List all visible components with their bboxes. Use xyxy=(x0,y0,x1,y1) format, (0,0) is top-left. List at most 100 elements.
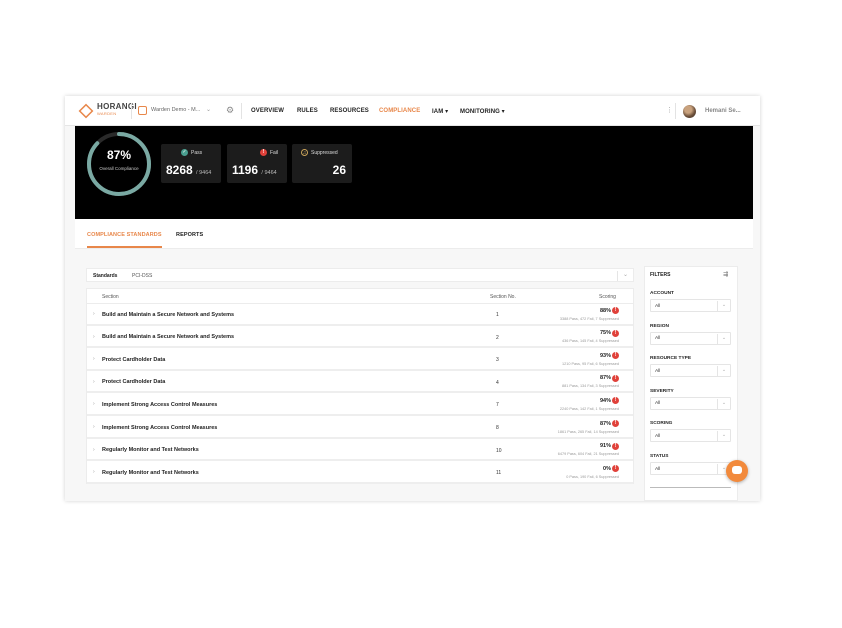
alert-icon: ! xyxy=(612,374,619,382)
chevron-right-icon[interactable]: › xyxy=(93,424,95,430)
pass-label: Pass xyxy=(191,150,203,156)
chevron-right-icon[interactable]: › xyxy=(93,469,95,475)
nav-divider xyxy=(241,103,242,119)
workspace-icon xyxy=(138,106,147,115)
section-name: Protect Cardholder Data xyxy=(102,356,166,363)
alert-icon: ! xyxy=(612,465,619,473)
section-score-detail: 3388 Pass, 472 Fail, 7 Suppressed xyxy=(559,316,619,321)
table-row[interactable]: › Build and Maintain a Secure Network and… xyxy=(87,327,633,349)
more-options-icon[interactable]: ⋮ xyxy=(666,106,673,114)
column-header-section-no: Section No. xyxy=(490,294,516,300)
gear-icon[interactable]: ⚙ xyxy=(226,105,234,115)
nav-rules[interactable]: RULES xyxy=(297,108,318,114)
chevron-right-icon[interactable]: › xyxy=(93,356,95,362)
fail-count: 1196 / 9464 xyxy=(232,163,277,177)
compliance-tabs: COMPLIANCE STANDARDS REPORTS xyxy=(75,219,753,249)
chat-button[interactable] xyxy=(726,460,748,482)
compliance-ring-arc xyxy=(87,132,151,196)
chevron-down-icon[interactable]: ⌄ xyxy=(206,106,211,113)
chevron-down-icon[interactable]: ⌄ xyxy=(717,333,730,344)
alert-icon: ! xyxy=(612,397,619,405)
section-score: 87% xyxy=(599,420,611,427)
section-name: Build and Maintain a Secure Network and … xyxy=(102,334,235,341)
filter-settings-icon[interactable]: ⇶ xyxy=(723,271,728,278)
chevron-right-icon[interactable]: › xyxy=(93,334,95,340)
column-header-scoring: Scoring xyxy=(599,294,616,300)
suppressed-count: 26 xyxy=(332,163,346,177)
nav-overview[interactable]: OVERVIEW xyxy=(251,108,284,114)
nav-monitoring[interactable]: MONITORING ▾ xyxy=(460,108,505,115)
alert-icon: ! xyxy=(612,442,619,450)
section-number: 2 xyxy=(496,334,499,341)
table-row[interactable]: › Protect Cardholder Data 3 93%! 1210 Pass, … xyxy=(87,349,633,371)
filter-select[interactable]: All ⌄ xyxy=(650,364,731,378)
chevron-down-icon[interactable]: ⌄ xyxy=(717,398,730,409)
filters-bottom-edge xyxy=(650,487,731,490)
section-number: 11 xyxy=(496,470,502,477)
pass-card: ✓ Pass 8268 / 9464 xyxy=(161,144,221,183)
column-header-section: Section xyxy=(102,294,119,300)
filter-label: STATUS xyxy=(650,454,669,459)
standards-value[interactable]: PCI-DSS xyxy=(132,273,152,279)
section-number: 10 xyxy=(496,447,502,454)
section-score: 75% xyxy=(599,330,611,337)
nav-compliance[interactable]: COMPLIANCE xyxy=(379,108,420,114)
section-score: 91% xyxy=(599,443,611,450)
section-score: 93% xyxy=(599,352,611,359)
bell-off-icon: ♫ xyxy=(301,149,308,156)
chevron-down-icon[interactable]: ⌄ xyxy=(717,301,730,311)
section-score: 88% xyxy=(599,307,611,314)
chevron-down-icon[interactable]: ⌄ xyxy=(717,431,730,442)
section-number: 3 xyxy=(496,357,499,364)
chevron-right-icon[interactable]: › xyxy=(93,379,95,385)
table-row[interactable]: › Implement Strong Access Control Measure… xyxy=(87,394,633,416)
table-row[interactable]: › Protect Cardholder Data 4 87%! 881 Pass, 1… xyxy=(87,372,633,394)
filter-label: RESOURCE TYPE xyxy=(650,356,692,362)
filter-select[interactable]: All ⌄ xyxy=(650,429,731,443)
tab-compliance-standards[interactable]: COMPLIANCE STANDARDS xyxy=(87,232,162,238)
alert-icon: ! xyxy=(612,352,619,360)
chevron-down-icon[interactable]: ⌄ xyxy=(717,366,730,377)
filter-value: All xyxy=(655,368,661,374)
section-number: 1 xyxy=(496,312,499,318)
filter-label: ACCOUNT xyxy=(650,291,674,296)
table-row[interactable]: › Regularly Monitor and Test Networks 10 91… xyxy=(87,440,633,462)
filter-value: All xyxy=(655,336,661,342)
filter-select[interactable]: All ⌄ xyxy=(650,396,731,410)
horangi-logo-icon xyxy=(78,103,94,119)
chevron-right-icon[interactable]: › xyxy=(93,447,95,453)
filter-value: All xyxy=(655,303,661,309)
suppressed-card: ♫ Suppressed 26 xyxy=(292,144,352,183)
top-nav: HORANGI WARDEN Warden Demo - M... ⌄ ⚙ OV… xyxy=(65,96,760,126)
nav-resources[interactable]: RESOURCES xyxy=(330,108,369,114)
avatar[interactable] xyxy=(683,105,696,118)
nav-divider xyxy=(675,103,676,119)
standards-selector[interactable]: Standards PCI-DSS ⌄ xyxy=(86,268,634,282)
filter-value: All xyxy=(655,433,661,439)
filters-panel: FILTERS ⇶ ACCOUNT All ⌄ REGION All ⌄ RESOURCE … xyxy=(644,266,738,501)
section-score-detail: 6479 Pass, 604 Fail, 21 Suppressed xyxy=(557,452,619,457)
table-row[interactable]: › Build and Maintain a Secure Network and… xyxy=(87,304,633,326)
section-score-detail: 1210 Pass, 95 Fail, 6 Suppressed xyxy=(562,361,619,366)
filter-value: All xyxy=(655,466,661,472)
pass-count: 8268 / 9464 xyxy=(166,163,212,177)
table-row[interactable]: › Implement Strong Access Control Measure… xyxy=(87,417,633,439)
tab-reports[interactable]: REPORTS xyxy=(176,232,203,238)
nav-iam[interactable]: IAM ▾ xyxy=(432,108,448,115)
section-name: Regularly Monitor and Test Networks xyxy=(102,447,199,454)
workspace-selector[interactable]: Warden Demo - M... xyxy=(151,107,200,113)
section-score-detail: 2240 Pass, 142 Fail, 1 Suppressed xyxy=(559,406,619,411)
section-score-detail: 881 Pass, 134 Fail, 3 Suppressed xyxy=(562,384,619,389)
table-row[interactable]: › Regularly Monitor and Test Networks 11 0%… xyxy=(87,462,633,484)
filter-select[interactable]: All ⌄ xyxy=(650,331,731,345)
filter-select[interactable]: All ⌄ xyxy=(650,462,731,475)
chevron-right-icon[interactable]: › xyxy=(93,401,95,407)
filter-label: SEVERITY xyxy=(650,388,674,394)
chat-bubble-icon xyxy=(732,466,742,474)
filter-select[interactable]: All ⌄ xyxy=(650,299,731,312)
user-name[interactable]: Hemani Se... xyxy=(705,108,741,114)
chevron-down-icon[interactable]: ⌄ xyxy=(617,271,633,281)
standards-label: Standards xyxy=(93,272,118,279)
section-name: Protect Cardholder Data xyxy=(102,379,166,386)
chevron-right-icon[interactable]: › xyxy=(93,311,95,317)
